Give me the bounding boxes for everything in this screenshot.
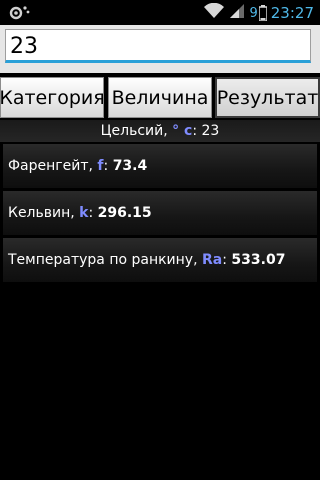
- result-row-kelvin[interactable]: Кельвин, k: 296.15: [3, 191, 317, 235]
- source-unit-name: Цельсий,: [100, 123, 173, 139]
- battery-level: 9: [249, 5, 258, 21]
- result-row-fahrenheit[interactable]: Фаренгейт, f: 73.4: [3, 144, 317, 188]
- source-unit-symbol: ° c: [172, 123, 193, 139]
- results-panel: Цельсий, ° c: 23 Фаренгейт, f: 73.4 Кель…: [0, 120, 320, 480]
- result-unit-name: Фаренгейт,: [8, 158, 98, 174]
- tab-quantity[interactable]: Величина: [108, 77, 212, 118]
- tab-result[interactable]: Результат: [215, 77, 320, 118]
- result-value: 296.15: [97, 205, 152, 221]
- tab-category[interactable]: Категория: [0, 77, 104, 118]
- value-input[interactable]: 23: [5, 29, 311, 63]
- result-unit-name: Кельвин,: [8, 205, 80, 221]
- signal-icon: [229, 3, 245, 23]
- result-value: 533.07: [231, 252, 286, 268]
- status-clock: 23:27: [270, 4, 314, 22]
- battery-icon: 9: [249, 5, 267, 21]
- result-unit-symbol: Ra: [202, 252, 223, 268]
- result-row-rankine[interactable]: Температура по ранкину, Ra: 533.07: [3, 238, 317, 282]
- source-separator: :: [192, 123, 202, 139]
- notification-icon: [8, 4, 32, 20]
- source-value: 23: [201, 123, 220, 139]
- result-value: 73.4: [112, 158, 148, 174]
- source-value-header: Цельсий, ° c: 23: [0, 120, 320, 142]
- wifi-icon: [203, 2, 225, 23]
- status-bar: 9 23:27: [0, 0, 320, 25]
- result-unit-name: Температура по ранкину,: [8, 252, 202, 268]
- tabs-bar: Категория Величина Результат: [0, 73, 320, 120]
- input-area: 23: [0, 25, 320, 73]
